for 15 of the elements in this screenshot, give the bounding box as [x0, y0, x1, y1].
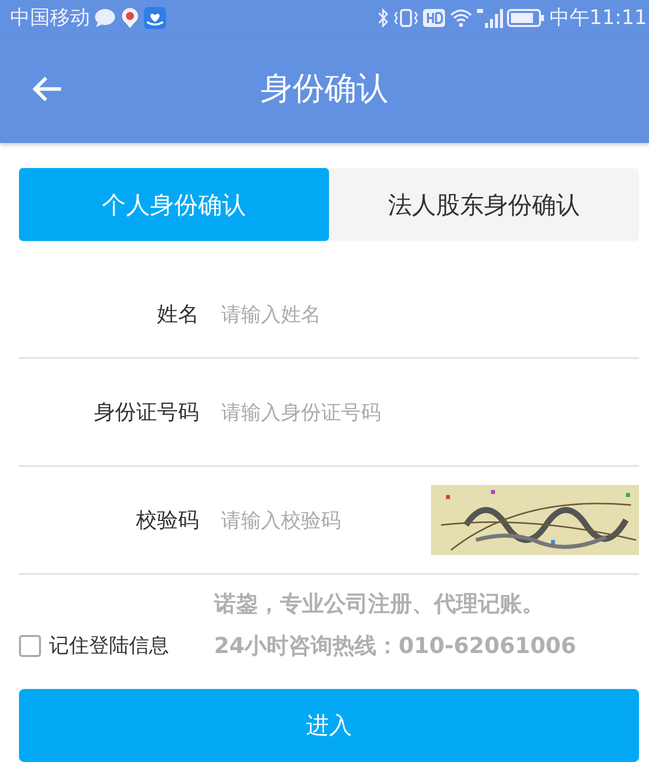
field-label: 姓名: [156, 301, 199, 328]
tab[interactable]: 法人股东身份确认: [329, 168, 639, 241]
field-label: 身份证号码: [93, 399, 199, 426]
input-field[interactable]: 请输入身份证号码: [219, 399, 639, 425]
input-field[interactable]: 请输入姓名: [219, 301, 639, 327]
tab[interactable]: 个人身份确认: [19, 168, 329, 241]
remember-label: 记住登陆信息: [49, 632, 169, 659]
ad-text: 24小时咨询热线：010-62061006: [214, 633, 576, 661]
clock-time: 中午11:11: [549, 4, 647, 31]
enter-button[interactable]: 进入: [19, 689, 639, 762]
field-label: 校验码: [135, 507, 199, 534]
page-title: 身份确认: [260, 68, 388, 109]
input-field[interactable]: 请输入校验码: [219, 507, 411, 533]
carrier-name: 中国移动: [10, 4, 90, 31]
ad-text: 诺鋆，专业公司注册、代理记账。: [214, 591, 545, 619]
